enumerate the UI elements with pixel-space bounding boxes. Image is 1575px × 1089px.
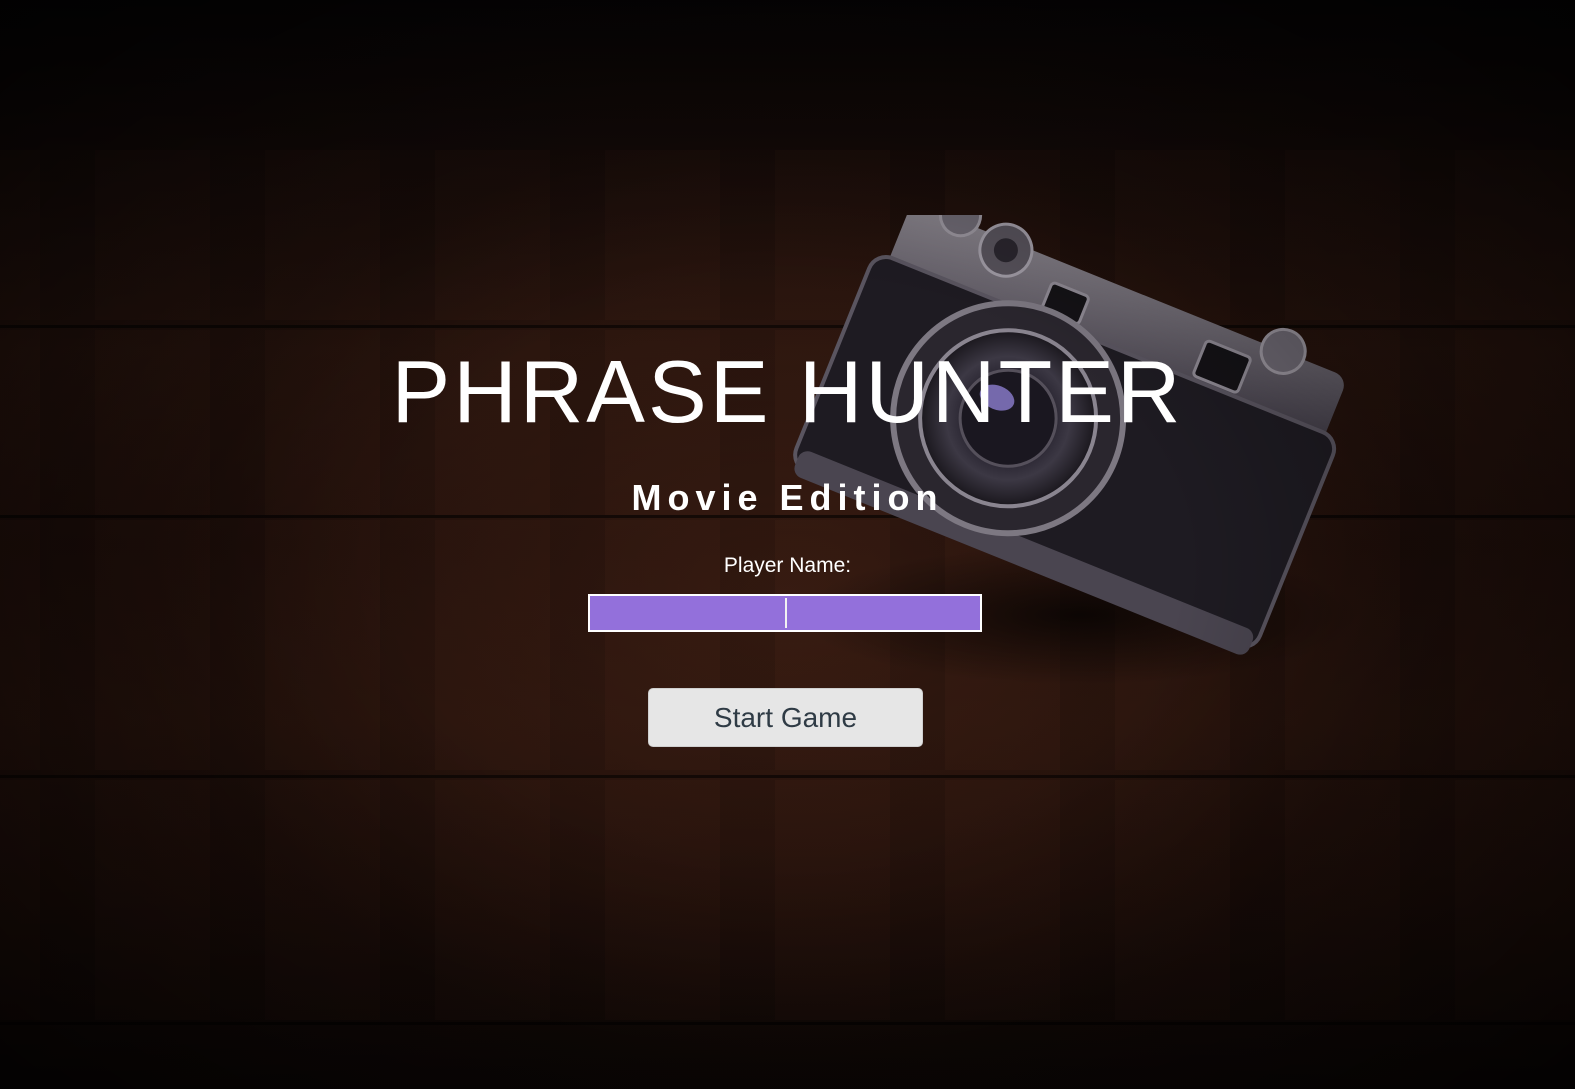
- game-title: PHRASE HUNTER: [391, 342, 1184, 441]
- start-game-button[interactable]: Start Game: [648, 688, 923, 747]
- text-cursor: [785, 598, 787, 628]
- start-screen: PHRASE HUNTER Movie Edition Player Name:…: [0, 0, 1575, 1089]
- game-subtitle: Movie Edition: [631, 477, 944, 518]
- player-name-label: Player Name:: [723, 554, 852, 577]
- start-overlay: PHRASE HUNTER Movie Edition Player Name:…: [0, 0, 1575, 1089]
